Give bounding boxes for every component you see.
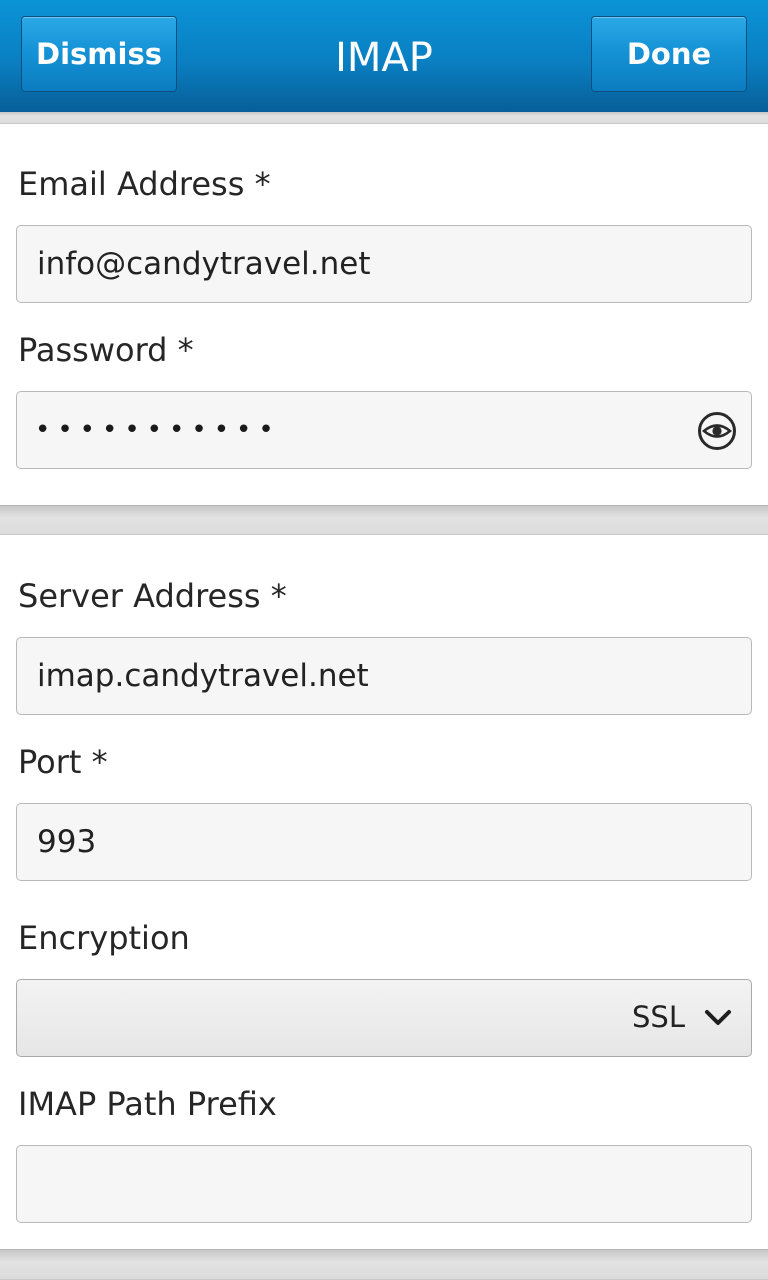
eye-icon[interactable] [697,411,737,451]
imap-path-prefix-label: IMAP Path Prefix [18,1085,277,1123]
email-address-field[interactable]: info@candytravel.net [16,225,752,303]
section-divider [0,505,768,535]
encryption-value: SSL [632,1000,685,1034]
done-button[interactable]: Done [591,16,747,92]
chevron-down-icon [705,1010,731,1025]
server-address-field[interactable]: imap.candytravel.net [16,637,752,715]
encryption-dropdown[interactable]: SSL [16,979,752,1057]
section-divider [0,112,768,124]
imap-settings-screen: Dismiss IMAP Done Email Address * info@c… [0,0,768,1280]
email-address-value: info@candytravel.net [37,246,371,282]
imap-path-prefix-field[interactable] [16,1145,752,1223]
password-field[interactable]: ••••••••••• [16,391,752,469]
encryption-label: Encryption [18,919,190,957]
password-label: Password * [18,331,194,369]
server-address-value: imap.candytravel.net [37,658,369,694]
section-divider [0,1249,768,1280]
email-address-label: Email Address * [18,165,271,203]
port-value: 993 [37,824,97,860]
port-field[interactable]: 993 [16,803,752,881]
password-value: ••••••••••• [35,415,281,445]
title-bar: Dismiss IMAP Done [0,0,768,112]
server-address-label: Server Address * [18,577,287,615]
port-label: Port * [18,743,108,781]
